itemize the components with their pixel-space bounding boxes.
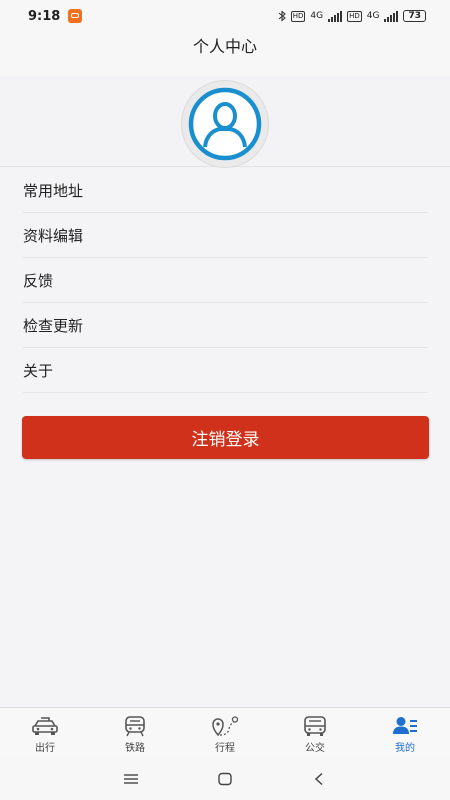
menu-item-check-update[interactable]: 检查更新 bbox=[23, 303, 428, 348]
tab-trips[interactable]: 行程 bbox=[180, 708, 270, 758]
bus-icon bbox=[304, 716, 326, 736]
signal-icon bbox=[328, 10, 343, 22]
status-time: 9:18 bbox=[28, 8, 61, 24]
status-bar: 9:18 HD 4G HD 4G 73 bbox=[0, 0, 450, 32]
menu-item-label: 常用地址 bbox=[23, 181, 84, 200]
back-nav-button[interactable] bbox=[272, 772, 366, 786]
tab-travel[interactable]: 出行 bbox=[0, 708, 90, 758]
tab-label: 我的 bbox=[395, 743, 415, 754]
back-chevron-icon bbox=[314, 772, 323, 785]
train-icon bbox=[125, 716, 145, 737]
network-type-2: 4G bbox=[366, 11, 380, 21]
status-indicators: HD 4G HD 4G 73 bbox=[278, 10, 426, 22]
tab-label: 公交 bbox=[305, 743, 325, 754]
tab-mine[interactable]: 我的 bbox=[360, 708, 450, 758]
menu-item-edit-profile[interactable]: 资料编辑 bbox=[23, 213, 428, 258]
hd-badge: HD bbox=[290, 10, 306, 22]
menu-item-label: 检查更新 bbox=[23, 316, 84, 335]
menu-item-label: 关于 bbox=[23, 361, 54, 380]
profile-header bbox=[0, 76, 450, 168]
tab-label: 行程 bbox=[215, 743, 235, 754]
tab-railway[interactable]: 铁路 bbox=[90, 708, 180, 758]
menu-icon bbox=[124, 773, 138, 784]
battery-indicator: 73 bbox=[403, 10, 426, 22]
home-nav-button[interactable] bbox=[178, 772, 272, 786]
user-list-icon bbox=[393, 717, 417, 734]
system-nav-bar bbox=[0, 757, 450, 800]
page-title: 个人中心 bbox=[192, 37, 257, 56]
menu-item-common-address[interactable]: 常用地址 bbox=[23, 168, 428, 213]
menu-list: 常用地址 资料编辑 反馈 检查更新 关于 bbox=[0, 168, 450, 393]
menu-item-label: 资料编辑 bbox=[23, 226, 84, 245]
signal-icon-2 bbox=[384, 10, 399, 22]
logout-button[interactable]: 注销登录 bbox=[22, 416, 429, 459]
menu-item-label: 反馈 bbox=[23, 271, 54, 290]
bluetooth-icon bbox=[278, 10, 286, 22]
menu-item-about[interactable]: 关于 bbox=[23, 348, 428, 393]
tab-bus[interactable]: 公交 bbox=[270, 708, 360, 758]
tab-label: 出行 bbox=[35, 743, 55, 754]
bottom-tab-bar: 出行 铁路 行程 公交 我的 bbox=[0, 707, 450, 758]
hd-badge-2: HD bbox=[347, 10, 362, 22]
logout-label: 注销登录 bbox=[191, 430, 260, 450]
user-avatar-icon bbox=[188, 87, 262, 161]
home-square-icon bbox=[218, 772, 232, 785]
route-pin-icon bbox=[212, 716, 239, 737]
avatar[interactable] bbox=[181, 80, 269, 168]
page-header: 个人中心 bbox=[0, 32, 450, 76]
tab-label: 铁路 bbox=[125, 743, 145, 754]
car-icon bbox=[32, 717, 58, 735]
menu-item-feedback[interactable]: 反馈 bbox=[23, 258, 428, 303]
network-type-1: 4G bbox=[310, 11, 324, 21]
menu-nav-button[interactable] bbox=[84, 773, 178, 785]
app-notification-icon bbox=[68, 9, 83, 23]
